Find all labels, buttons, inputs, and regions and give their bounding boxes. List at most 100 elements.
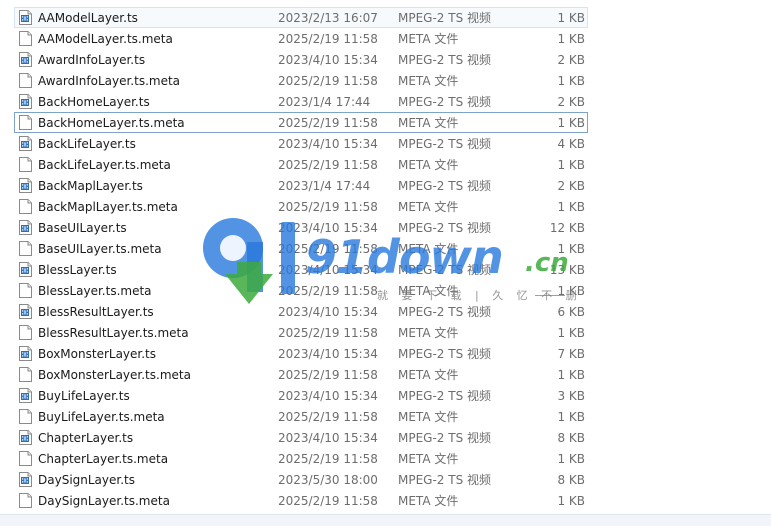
file-row[interactable]: BoxMonsterLayer.ts.meta 2025/2/19 11:58 … <box>14 364 588 385</box>
file-type: MPEG-2 TS 视频 <box>398 221 492 235</box>
file-name: ChapterLayer.ts.meta <box>38 452 169 466</box>
file-size: 1 KB <box>557 200 585 214</box>
file-name: AAModelLayer.ts <box>38 11 138 25</box>
file-date-modified: 2025/2/19 11:58 <box>278 74 378 88</box>
file-name: BaseUILayer.ts <box>38 221 127 235</box>
file-row[interactable]: BaseUILayer.ts 2023/4/10 15:34 MPEG-2 TS… <box>14 217 588 238</box>
file-row[interactable]: BuyLifeLayer.ts 2023/4/10 15:34 MPEG-2 T… <box>14 385 588 406</box>
meta-file-icon <box>19 31 32 46</box>
file-size: 1 KB <box>557 326 585 340</box>
file-row[interactable]: BlessResultLayer.ts.meta 2025/2/19 11:58… <box>14 322 588 343</box>
file-name: BoxMonsterLayer.ts <box>38 347 157 361</box>
file-type: MPEG-2 TS 视频 <box>398 431 492 445</box>
file-row[interactable]: AwardInfoLayer.ts 2023/4/10 15:34 MPEG-2… <box>14 49 588 70</box>
file-date-modified: 2025/2/19 11:58 <box>278 242 378 256</box>
file-row[interactable]: BlessResultLayer.ts 2023/4/10 15:34 MPEG… <box>14 301 588 322</box>
file-name: BlessResultLayer.ts.meta <box>38 326 189 340</box>
meta-file-icon <box>19 199 32 214</box>
file-row[interactable]: BackLifeLayer.ts.meta 2025/2/19 11:58 ME… <box>14 154 588 175</box>
file-row[interactable]: AwardInfoLayer.ts.meta 2025/2/19 11:58 M… <box>14 70 588 91</box>
file-type: META 文件 <box>398 410 459 424</box>
file-name: DaySignLayer.ts.meta <box>38 494 170 508</box>
file-size: 1 KB <box>557 11 585 25</box>
meta-file-icon <box>19 451 32 466</box>
file-row[interactable]: BlessLayer.ts.meta 2025/2/19 11:58 META … <box>14 280 588 301</box>
file-type: MPEG-2 TS 视频 <box>398 137 492 151</box>
file-list: AAModelLayer.ts 2023/2/13 16:07 MPEG-2 T… <box>0 7 771 511</box>
file-row[interactable]: BuyLifeLayer.ts.meta 2025/2/19 11:58 MET… <box>14 406 588 427</box>
file-name: DaySignLayer.ts <box>38 473 135 487</box>
meta-file-icon <box>19 157 32 172</box>
ts-file-icon <box>19 136 32 151</box>
meta-file-icon <box>19 115 32 130</box>
file-date-modified: 2025/2/19 11:58 <box>278 200 378 214</box>
file-name: BackLifeLayer.ts.meta <box>38 158 171 172</box>
file-row[interactable]: BlessLayer.ts 2023/4/10 15:34 MPEG-2 TS … <box>14 259 588 280</box>
file-row[interactable]: AAModelLayer.ts 2023/2/13 16:07 MPEG-2 T… <box>14 7 588 28</box>
file-type: MPEG-2 TS 视频 <box>398 11 492 25</box>
ts-file-icon <box>19 10 32 25</box>
ts-file-icon <box>19 472 32 487</box>
file-row[interactable]: BoxMonsterLayer.ts 2023/4/10 15:34 MPEG-… <box>14 343 588 364</box>
meta-file-icon <box>19 241 32 256</box>
file-date-modified: 2025/2/19 11:58 <box>278 410 378 424</box>
file-type: META 文件 <box>398 368 459 382</box>
file-name: AwardInfoLayer.ts.meta <box>38 74 181 88</box>
file-size: 4 KB <box>557 137 585 151</box>
file-row[interactable]: ChapterLayer.ts.meta 2025/2/19 11:58 MET… <box>14 448 588 469</box>
file-row[interactable]: DaySignLayer.ts.meta 2025/2/19 11:58 MET… <box>14 490 588 511</box>
file-name: BlessLayer.ts <box>38 263 117 277</box>
file-row[interactable]: DaySignLayer.ts 2023/5/30 18:00 MPEG-2 T… <box>14 469 588 490</box>
bottom-scroll-edge <box>0 514 771 526</box>
file-date-modified: 2025/2/19 11:58 <box>278 116 378 130</box>
ts-file-icon <box>19 262 32 277</box>
file-size: 1 KB <box>557 494 585 508</box>
file-size: 6 KB <box>557 305 585 319</box>
file-date-modified: 2023/4/10 15:34 <box>278 389 378 403</box>
file-name: BackHomeLayer.ts <box>38 95 150 109</box>
ts-file-icon <box>19 346 32 361</box>
file-date-modified: 2023/4/10 15:34 <box>278 53 378 67</box>
file-date-modified: 2023/1/4 17:44 <box>278 95 371 109</box>
file-size: 8 KB <box>557 431 585 445</box>
file-date-modified: 2025/2/19 11:58 <box>278 452 378 466</box>
file-date-modified: 2023/2/13 16:07 <box>278 11 378 25</box>
file-date-modified: 2025/2/19 11:58 <box>278 326 378 340</box>
meta-file-icon <box>19 73 32 88</box>
file-date-modified: 2023/4/10 15:34 <box>278 263 378 277</box>
file-size: 1 KB <box>557 32 585 46</box>
file-row[interactable]: BackLifeLayer.ts 2023/4/10 15:34 MPEG-2 … <box>14 133 588 154</box>
file-name: BackMaplLayer.ts.meta <box>38 200 178 214</box>
file-name: AAModelLayer.ts.meta <box>38 32 173 46</box>
file-type: META 文件 <box>398 32 459 46</box>
file-size: 1 KB <box>557 116 585 130</box>
file-size: 3 KB <box>557 389 585 403</box>
file-type: META 文件 <box>398 452 459 466</box>
file-size: 1 KB <box>557 410 585 424</box>
file-name: BoxMonsterLayer.ts.meta <box>38 368 191 382</box>
file-date-modified: 2023/4/10 15:34 <box>278 221 378 235</box>
meta-file-icon <box>19 367 32 382</box>
file-row[interactable]: BackHomeLayer.ts.meta 2025/2/19 11:58 ME… <box>14 112 588 133</box>
file-row[interactable]: BackMaplLayer.ts.meta 2025/2/19 11:58 ME… <box>14 196 588 217</box>
file-size: 8 KB <box>557 473 585 487</box>
file-name: BlessLayer.ts.meta <box>38 284 152 298</box>
meta-file-icon <box>19 283 32 298</box>
file-row[interactable]: BaseUILayer.ts.meta 2025/2/19 11:58 META… <box>14 238 588 259</box>
file-date-modified: 2023/4/10 15:34 <box>278 347 378 361</box>
file-size: 1 KB <box>557 74 585 88</box>
file-name: BuyLifeLayer.ts <box>38 389 130 403</box>
file-size: 1 KB <box>557 284 585 298</box>
file-type: META 文件 <box>398 74 459 88</box>
file-name: BuyLifeLayer.ts.meta <box>38 410 165 424</box>
file-row[interactable]: BackHomeLayer.ts 2023/1/4 17:44 MPEG-2 T… <box>14 91 588 112</box>
file-row[interactable]: AAModelLayer.ts.meta 2025/2/19 11:58 MET… <box>14 28 588 49</box>
file-size: 13 KB <box>549 263 585 277</box>
file-size: 1 KB <box>557 452 585 466</box>
file-size: 12 KB <box>549 221 585 235</box>
file-row[interactable]: ChapterLayer.ts 2023/4/10 15:34 MPEG-2 T… <box>14 427 588 448</box>
meta-file-icon <box>19 409 32 424</box>
file-row[interactable]: BackMaplLayer.ts 2023/1/4 17:44 MPEG-2 T… <box>14 175 588 196</box>
file-date-modified: 2023/4/10 15:34 <box>278 137 378 151</box>
file-type: META 文件 <box>398 494 459 508</box>
